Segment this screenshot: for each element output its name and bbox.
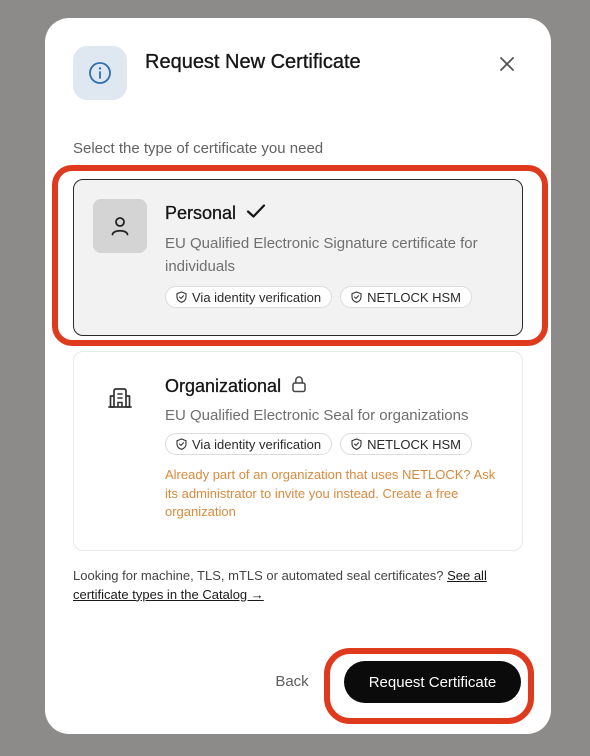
option-organizational-chips: Via identity verification NETLOCK HSM: [165, 433, 473, 455]
option-personal-title: Personal: [165, 203, 266, 224]
option-personal-chips: Via identity verification NETLOCK HSM: [165, 286, 473, 308]
chip-label: Via identity verification: [192, 289, 322, 305]
chip-label: Via identity verification: [192, 436, 322, 452]
option-personal-label: Personal: [165, 203, 237, 223]
organization-notice: Already part of an organization that use…: [165, 467, 496, 519]
lock-icon: [291, 375, 307, 398]
chip-identity-verification: Via identity verification: [165, 433, 333, 455]
catalog-hint-text: Looking for machine, TLS, mTLS or automa…: [73, 568, 444, 583]
dialog-title: Request New Certificate: [145, 51, 361, 73]
shield-icon: [351, 291, 362, 303]
shield-icon: [351, 438, 362, 450]
option-personal-description: EU Qualified Electronic Signature certif…: [165, 235, 478, 275]
request-certificate-dialog: Request New Certificate Select the type …: [45, 18, 551, 734]
chip-netlock-hsm: NETLOCK HSM: [340, 433, 473, 455]
shield-icon: [176, 438, 187, 450]
chip-label: NETLOCK HSM: [367, 289, 462, 305]
catalog-hint: Looking for machine, TLS, mTLS or automa…: [73, 567, 523, 604]
back-button[interactable]: Back: [259, 661, 325, 701]
chip-identity-verification: Via identity verification: [165, 286, 333, 308]
info-icon: [73, 46, 127, 100]
dialog-subtitle: Select the type of certificate you need: [73, 140, 324, 157]
option-organizational-title: Organizational: [165, 375, 307, 398]
close-icon[interactable]: [495, 52, 519, 76]
shield-icon: [176, 291, 187, 303]
checkmark-icon: [246, 203, 266, 224]
building-icon: [93, 371, 147, 425]
chip-label: NETLOCK HSM: [367, 436, 462, 452]
option-organizational[interactable]: Organizational EU Qualified Electronic S…: [73, 351, 523, 551]
option-organizational-description: EU Qualified Electronic Seal for organiz…: [165, 407, 469, 424]
request-certificate-button[interactable]: Request Certificate: [344, 661, 521, 703]
chip-netlock-hsm: NETLOCK HSM: [340, 286, 473, 308]
option-personal[interactable]: Personal EU Qualified Electronic Signatu…: [73, 179, 523, 336]
person-icon: [93, 199, 147, 253]
option-organizational-label: Organizational: [165, 376, 282, 396]
